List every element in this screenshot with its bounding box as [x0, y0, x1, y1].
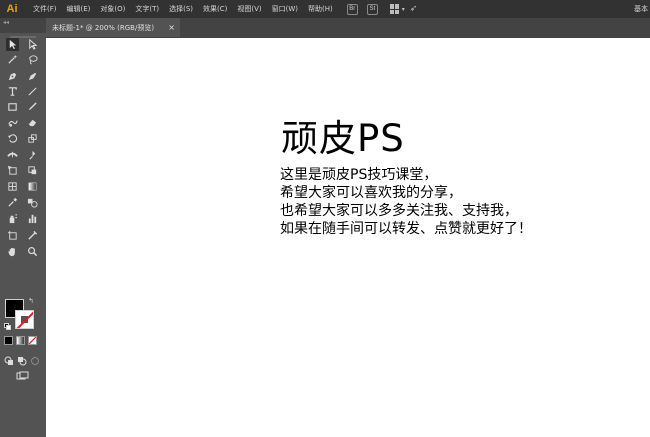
draw-inside-icon[interactable] [30, 351, 40, 365]
draw-normal-icon[interactable] [4, 351, 14, 365]
perspective-grid-tool-icon[interactable] [6, 180, 19, 193]
screen-mode-icon[interactable] [16, 366, 29, 380]
document-tab-title: 未标题-1* @ 200% (RGB/预览) [52, 23, 155, 32]
gradient-tool-icon[interactable] [26, 180, 39, 193]
width-tool-icon[interactable] [6, 148, 19, 161]
scale-tool-icon[interactable] [26, 132, 39, 145]
magic-wand-tool-icon[interactable] [6, 53, 19, 66]
body-line: 希望大家可以喜欢我的分享， [280, 185, 462, 201]
hand-tool-icon[interactable] [6, 245, 19, 258]
chevron-down-icon[interactable]: ▾ [402, 6, 405, 13]
menu-object[interactable]: 对象(O) [95, 0, 130, 18]
tools-panel: ↰ [0, 33, 46, 437]
gradient-mode-button[interactable] [16, 336, 25, 345]
artboard-canvas[interactable]: 顽皮PS 这里是顽皮PS技巧课堂， 希望大家可以喜欢我的分享， 也希望大家可以多… [46, 38, 650, 437]
artboard-body-text[interactable]: 这里是顽皮PS技巧课堂， 希望大家可以喜欢我的分享， 也希望大家可以多多关注我、… [280, 166, 532, 238]
type-tool-icon[interactable] [6, 85, 19, 98]
eyedropper-tool-icon[interactable] [6, 196, 19, 209]
arrange-documents-icon[interactable] [389, 4, 400, 14]
eraser-tool-icon[interactable] [26, 116, 39, 129]
draw-behind-icon[interactable] [17, 351, 27, 366]
shape-builder-tool-icon[interactable] [26, 164, 39, 177]
column-graph-tool-icon[interactable] [26, 212, 39, 225]
bridge-button[interactable]: Br [346, 3, 358, 15]
body-line: 这里是顽皮PS技巧课堂， [280, 167, 438, 183]
close-icon[interactable]: × [168, 23, 175, 32]
curvature-tool-icon[interactable] [26, 70, 39, 83]
line-segment-tool-icon[interactable] [26, 85, 39, 98]
direct-selection-tool-icon[interactable] [26, 38, 39, 51]
document-tab[interactable]: 未标题-1* @ 200% (RGB/预览) × [46, 18, 180, 37]
puppet-warp-tool-icon[interactable] [26, 148, 39, 161]
shaper-tool-icon[interactable] [6, 116, 19, 129]
body-line: 如果在随手间可以转发、点赞就更好了！ [280, 221, 532, 237]
stroke-color-swatch[interactable] [15, 310, 34, 329]
app-logo: Ai [6, 3, 18, 15]
paintbrush-tool-icon[interactable] [26, 100, 39, 113]
selection-tool-icon[interactable] [6, 38, 19, 51]
menu-effect[interactable]: 效果(C) [198, 0, 232, 18]
rectangle-tool-icon[interactable] [6, 100, 19, 113]
artboard-title-text[interactable]: 顽皮PS [281, 108, 405, 162]
slice-tool-icon[interactable] [26, 229, 39, 242]
menu-view[interactable]: 视图(V) [232, 0, 266, 18]
body-line: 也希望大家可以多多关注我、支持我， [280, 203, 518, 219]
workspace-switcher[interactable]: 基本 [634, 0, 648, 18]
menu-type[interactable]: 文字(T) [130, 0, 164, 18]
menu-bar: Ai 文件(F) 编辑(E) 对象(O) 文字(T) 选择(S) 效果(C) 视… [0, 0, 650, 18]
menu-edit[interactable]: 编辑(E) [62, 0, 96, 18]
gpu-performance-icon[interactable]: ➶ [410, 4, 418, 14]
swap-fill-stroke-icon[interactable]: ↰ [28, 297, 34, 305]
pen-tool-icon[interactable] [6, 70, 19, 83]
menu-window[interactable]: 窗口(W) [267, 0, 303, 18]
symbol-sprayer-tool-icon[interactable] [6, 212, 19, 225]
artboard-tool-icon[interactable] [6, 229, 19, 242]
zoom-tool-icon[interactable] [26, 245, 39, 258]
rotate-tool-icon[interactable] [6, 132, 19, 145]
lasso-tool-icon[interactable] [26, 53, 39, 66]
default-fill-stroke-icon[interactable] [4, 323, 11, 330]
blend-tool-icon[interactable] [26, 196, 39, 209]
free-transform-tool-icon[interactable] [6, 164, 19, 177]
menu-file[interactable]: 文件(F) [28, 0, 62, 18]
collapse-panel-icon[interactable]: ◂◂ [3, 19, 9, 26]
menu-select[interactable]: 选择(S) [164, 0, 198, 18]
illustrator-window: Ai 文件(F) 编辑(E) 对象(O) 文字(T) 选择(S) 效果(C) 视… [0, 0, 650, 437]
stock-button[interactable]: St [366, 3, 378, 15]
menu-help[interactable]: 帮助(H) [303, 0, 338, 18]
color-mode-button[interactable] [4, 336, 13, 345]
none-mode-button[interactable] [28, 336, 37, 345]
